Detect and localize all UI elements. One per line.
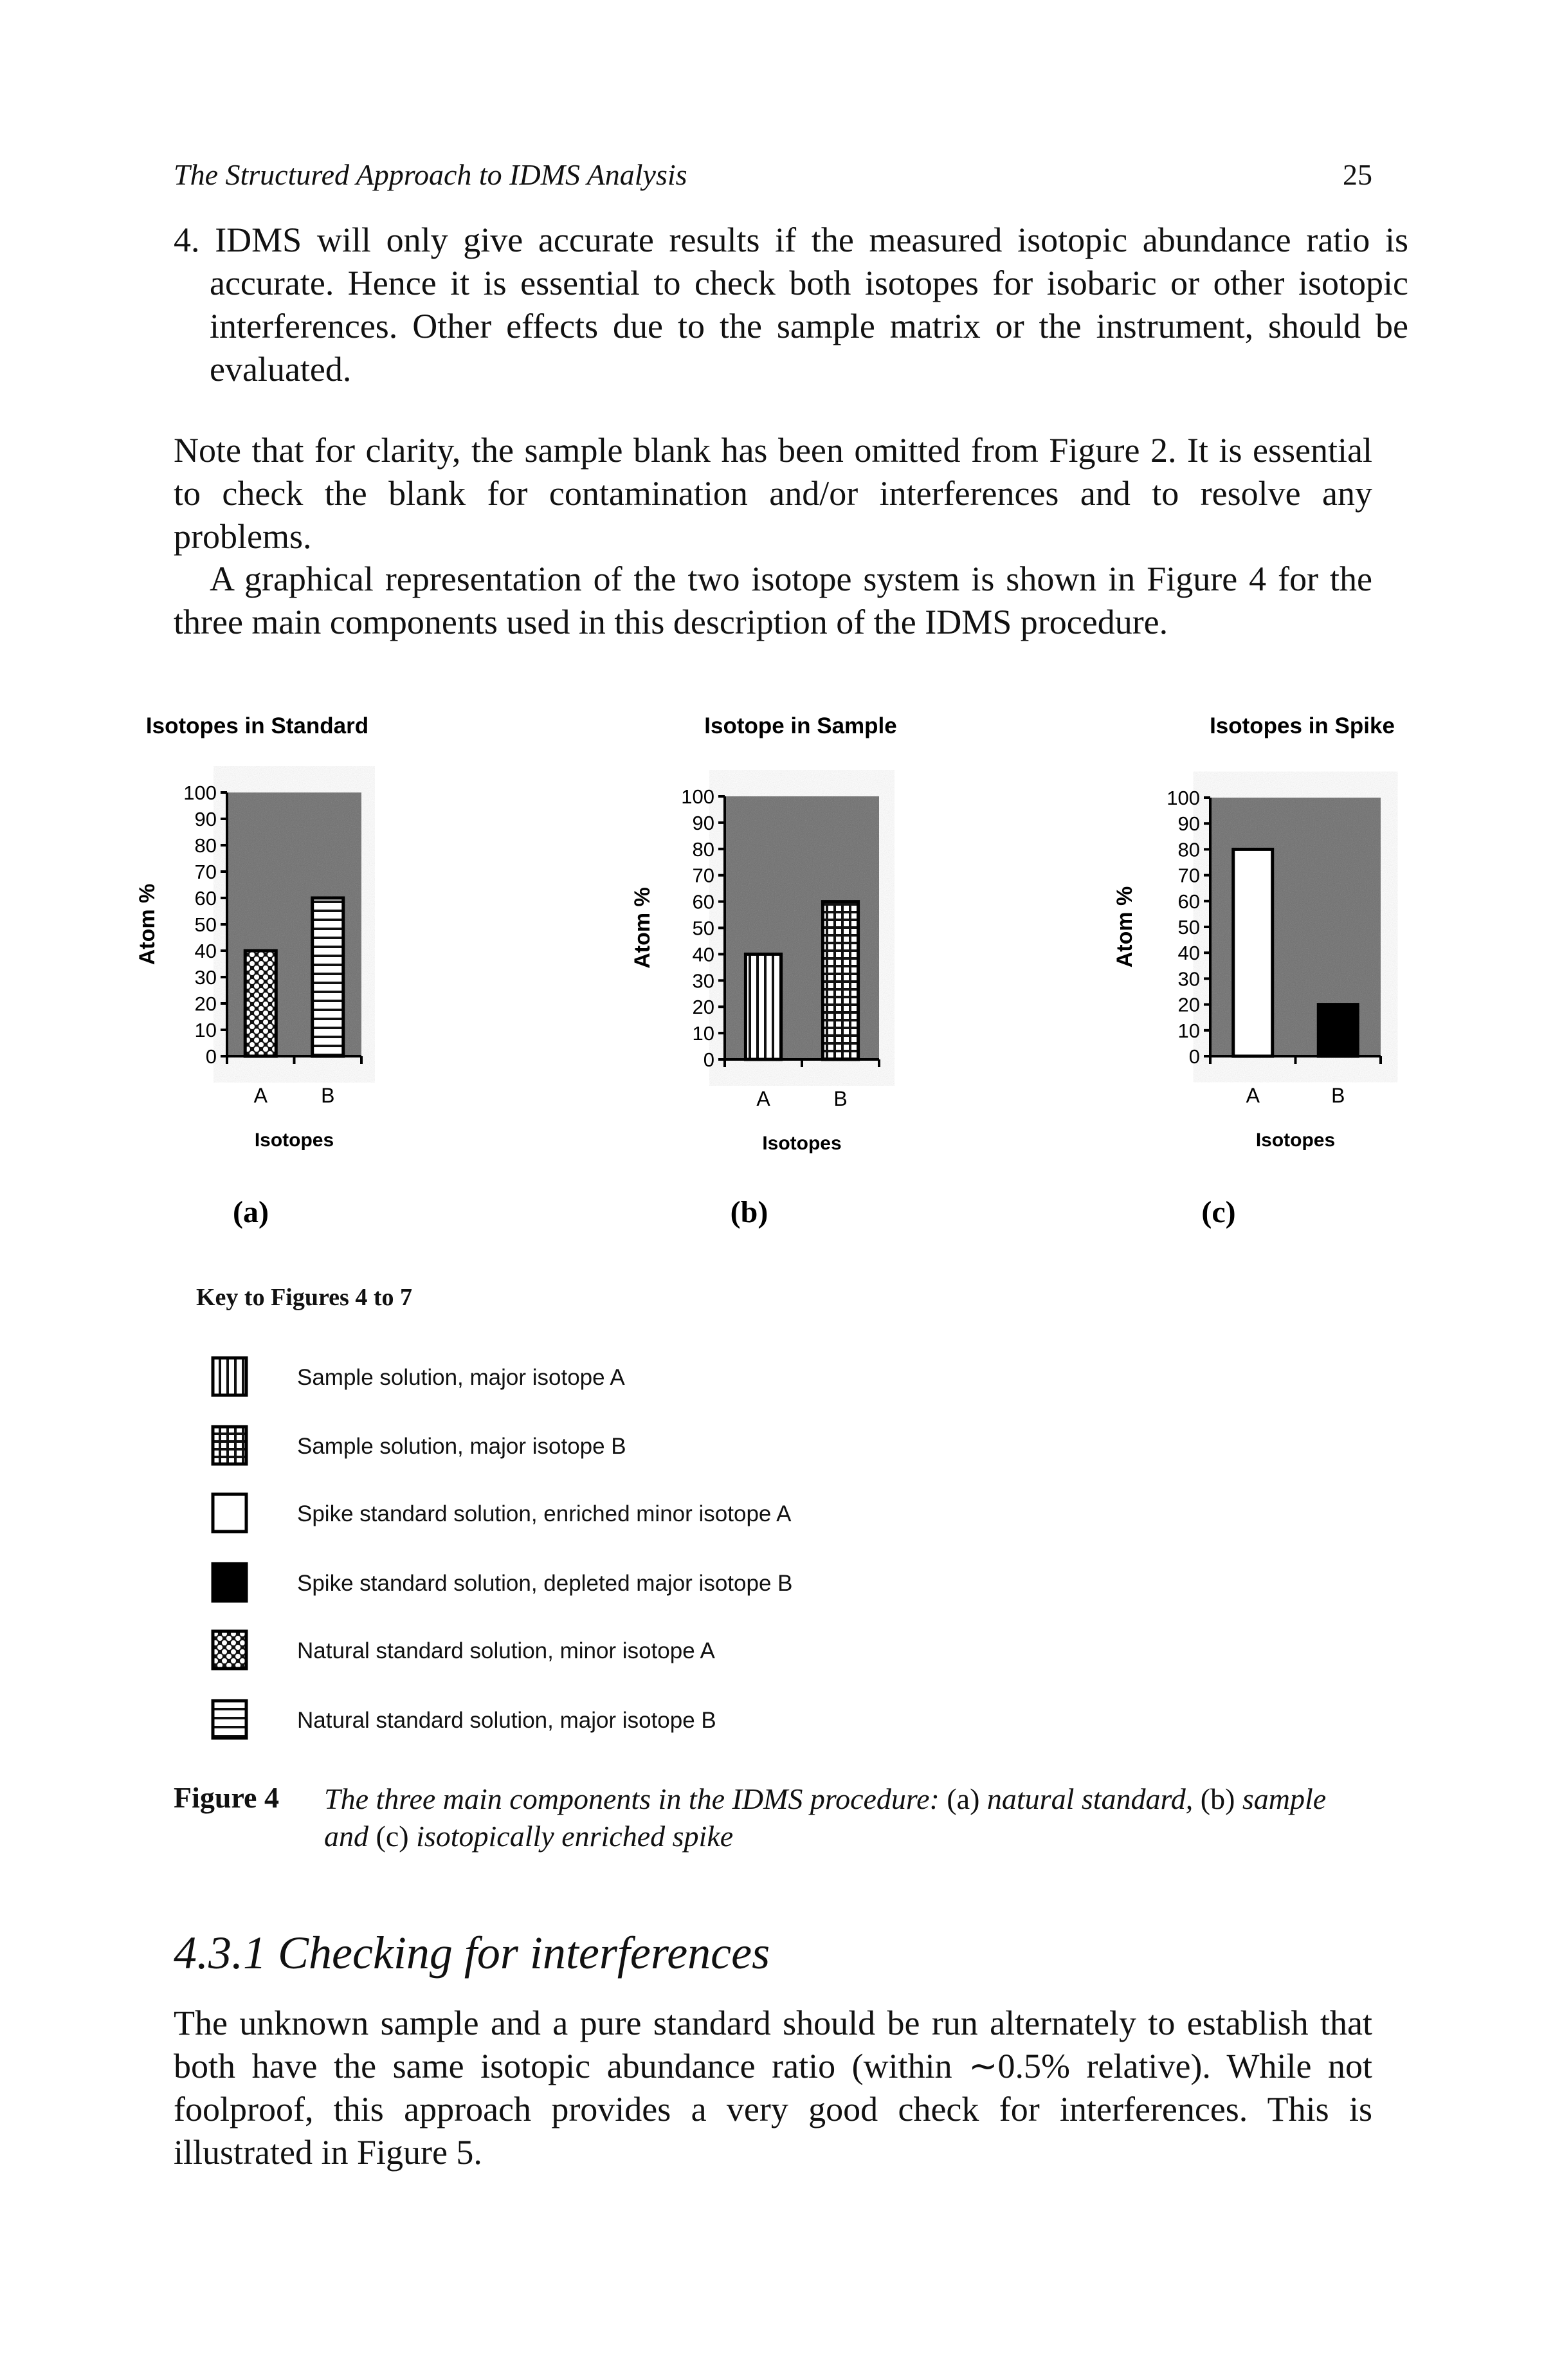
y-tick-label: 30 bbox=[195, 966, 217, 989]
x-axis-label: Isotopes bbox=[255, 1130, 334, 1151]
x-tick-label: A bbox=[254, 1084, 268, 1107]
bar-B bbox=[821, 900, 860, 1061]
y-tick-label: 40 bbox=[195, 940, 217, 962]
y-tick-label: 60 bbox=[1178, 890, 1200, 913]
y-tick-label: 10 bbox=[1178, 1020, 1200, 1042]
y-tick-label: 90 bbox=[195, 808, 217, 830]
x-tick-label: B bbox=[321, 1084, 334, 1107]
y-tick-label: 10 bbox=[195, 1019, 217, 1041]
chart-title: Isotopes in Spike bbox=[1210, 713, 1395, 738]
chart-title: Isotopes in Standard bbox=[146, 713, 368, 738]
y-tick-label: 100 bbox=[183, 782, 217, 804]
legend-swatch-natural-major-B bbox=[211, 1699, 248, 1740]
y-tick-label: 50 bbox=[693, 917, 714, 940]
y-axis-label: Atom % bbox=[135, 884, 159, 966]
x-axis-label: Isotopes bbox=[762, 1133, 841, 1154]
figure-caption: The three main components in the IDMS pr… bbox=[324, 1780, 1372, 1855]
y-tick-label: 50 bbox=[1178, 916, 1200, 938]
y-tick-label: 60 bbox=[693, 891, 714, 913]
panel-label: (c) bbox=[1201, 1195, 1235, 1229]
y-axis-label: Atom % bbox=[630, 887, 655, 969]
legend-swatch-natural-minor-A bbox=[211, 1629, 248, 1671]
legend-label: Spike standard solution, enriched minor … bbox=[297, 1501, 792, 1526]
y-tick-label: 80 bbox=[693, 838, 714, 861]
y-tick-label: 60 bbox=[195, 887, 217, 910]
x-tick-label: B bbox=[833, 1087, 847, 1110]
legend-swatch-spike-minor-A bbox=[211, 1492, 248, 1533]
legend-swatch-spike-major-B bbox=[211, 1562, 248, 1603]
section-heading: 4.3.1 Checking for interferences bbox=[174, 1927, 770, 1979]
y-tick-label: 90 bbox=[1178, 812, 1200, 835]
panel-label: (a) bbox=[233, 1195, 269, 1229]
bar-A bbox=[1231, 847, 1275, 1058]
y-axis-label: Atom % bbox=[1113, 886, 1137, 968]
legend-label: Natural standard solution, minor isotope… bbox=[297, 1638, 715, 1663]
panel-label: (b) bbox=[731, 1195, 768, 1229]
y-tick-label: 20 bbox=[693, 996, 714, 1018]
y-tick-label: 20 bbox=[1178, 994, 1200, 1016]
y-tick-label: 90 bbox=[693, 812, 714, 834]
y-tick-label: 20 bbox=[195, 993, 217, 1015]
y-tick-label: 70 bbox=[1178, 865, 1200, 887]
y-tick-label: 0 bbox=[206, 1045, 217, 1068]
caption-text: isotopically enriched spike bbox=[408, 1820, 734, 1853]
y-tick-label: 80 bbox=[195, 834, 217, 857]
bar-A bbox=[743, 952, 783, 1061]
caption-text: natural standard, bbox=[979, 1782, 1201, 1815]
x-axis-label: Isotopes bbox=[1256, 1130, 1335, 1151]
legend-swatch-sample-major-B bbox=[211, 1425, 248, 1466]
caption-text: (c) bbox=[376, 1820, 409, 1853]
figure-label: Figure 4 bbox=[174, 1781, 279, 1814]
y-tick-label: 30 bbox=[1178, 967, 1200, 990]
x-tick-label: A bbox=[1246, 1084, 1260, 1107]
y-tick-label: 30 bbox=[693, 969, 714, 992]
caption-text: (a) bbox=[947, 1782, 980, 1815]
x-tick-label: B bbox=[1331, 1084, 1345, 1107]
bar-B bbox=[311, 896, 345, 1058]
chart-title: Isotope in Sample bbox=[704, 713, 897, 738]
bar-A bbox=[243, 949, 278, 1058]
y-tick-label: 0 bbox=[704, 1048, 714, 1071]
y-tick-label: 40 bbox=[693, 943, 714, 966]
y-tick-label: 0 bbox=[1189, 1045, 1200, 1068]
y-tick-label: 80 bbox=[1178, 838, 1200, 861]
y-tick-label: 70 bbox=[693, 865, 714, 887]
section-paragraph: The unknown sample and a pure standard s… bbox=[174, 2004, 1372, 2172]
caption-text: The three main components in the IDMS pr… bbox=[324, 1782, 947, 1815]
y-tick-label: 10 bbox=[693, 1022, 714, 1045]
x-tick-label: A bbox=[756, 1087, 770, 1110]
legend-label: Natural standard solution, major isotope… bbox=[297, 1708, 716, 1733]
y-tick-label: 70 bbox=[195, 861, 217, 883]
caption-text: (b) bbox=[1200, 1782, 1235, 1815]
bar-B bbox=[1316, 1003, 1359, 1058]
legend-label: Sample solution, major isotope B bbox=[297, 1434, 626, 1459]
y-tick-label: 100 bbox=[681, 785, 714, 808]
legend-swatch-sample-major-A bbox=[211, 1356, 248, 1397]
y-tick-label: 50 bbox=[195, 913, 217, 936]
key-title: Key to Figures 4 to 7 bbox=[196, 1284, 412, 1311]
y-tick-label: 40 bbox=[1178, 942, 1200, 964]
legend-label: Spike standard solution, depleted major … bbox=[297, 1571, 793, 1596]
legend-label: Sample solution, major isotope A bbox=[297, 1365, 625, 1390]
y-tick-label: 100 bbox=[1167, 787, 1200, 809]
